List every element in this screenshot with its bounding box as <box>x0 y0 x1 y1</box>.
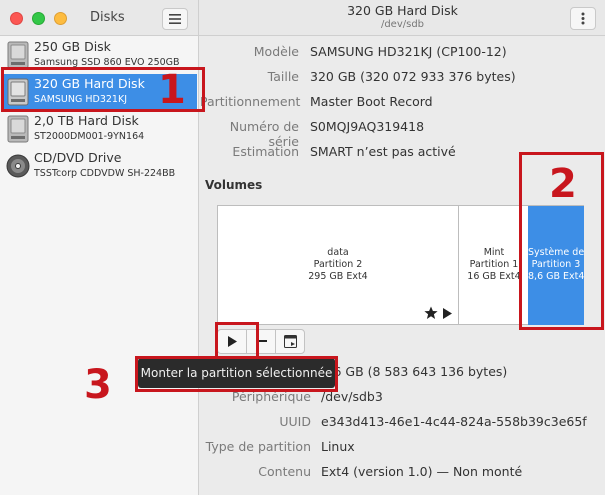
assessment-label: Estimation <box>232 144 299 159</box>
sidebar-header: Disks <box>0 0 199 36</box>
drive-model: ST2000DM001-9YN164 <box>34 131 145 142</box>
optical-disc-icon <box>6 154 30 178</box>
partition-name: data <box>327 247 349 258</box>
partition-number: Partition 1 <box>469 259 519 270</box>
hard-disk-icon <box>7 115 29 143</box>
window-subtitle: /dev/sdb <box>380 19 425 30</box>
size-value: 320 GB (320 072 933 376 bytes) <box>310 69 516 84</box>
app-menu-button[interactable] <box>162 8 188 30</box>
play-icon <box>443 308 452 319</box>
title-bar: Disks 320 GB Hard Disk /dev/sdb <box>0 0 605 36</box>
drive-menu-button[interactable] <box>570 7 596 30</box>
model-label: Modèle <box>253 44 299 59</box>
annotation-number-1: 1 <box>158 67 186 113</box>
model-value: SAMSUNG HD321KJ (CP100-12) <box>310 44 507 59</box>
star-icon <box>424 306 438 319</box>
partition-name: Mint <box>483 247 505 258</box>
drive-model: TSSTcorp CDDVDW SH-224BB <box>34 168 176 179</box>
close-window-button[interactable] <box>10 12 23 25</box>
hard-disk-icon <box>7 41 29 69</box>
partition-info: 16 GB Ext4 <box>467 271 521 282</box>
options-icon <box>283 335 297 348</box>
annotation-box-3a <box>215 322 259 358</box>
partition-mint[interactable]: Mint Partition 1 16 GB Ext4 <box>460 206 528 325</box>
partition-data[interactable]: data Partition 2 295 GB Ext4 <box>218 206 459 325</box>
annotation-number-2: 2 <box>549 161 577 207</box>
minimize-window-button[interactable] <box>32 12 45 25</box>
drive-item-2tb[interactable]: 2,0 TB Hard Disk ST2000DM001-9YN164 <box>2 111 197 148</box>
contents-value: Ext4 (version 1.0) — Non monté <box>321 464 523 479</box>
maximize-window-button[interactable] <box>54 12 67 25</box>
annotation-number-3: 3 <box>84 362 112 408</box>
uuid-label: UUID <box>279 414 311 429</box>
partition-size-value: …6 GB (8 583 643 136 bytes) <box>321 364 508 379</box>
app-title: Disks <box>90 10 125 25</box>
partition-type-label: Type de partition <box>205 439 311 454</box>
partitioning-value: Master Boot Record <box>310 94 433 109</box>
partition-options-button[interactable] <box>275 329 305 354</box>
partition-type-value: Linux <box>321 439 355 454</box>
hamburger-icon <box>169 14 181 24</box>
window-title: 320 GB Hard Disk <box>347 3 458 18</box>
serial-value: S0MQJ9AQ319418 <box>310 119 425 134</box>
drive-name: 250 GB Disk <box>34 39 111 54</box>
drive-name: CD/DVD Drive <box>34 150 122 165</box>
assessment-value: SMART n’est pas activé <box>310 144 456 159</box>
drive-item-cd-dvd[interactable]: CD/DVD Drive TSSTcorp CDDVDW SH-224BB <box>2 148 197 185</box>
annotation-box-3b <box>135 356 338 392</box>
volumes-heading: Volumes <box>205 178 263 192</box>
uuid-value: e343d413-46e1-4c44-824a-558b39c3e65f <box>321 414 587 429</box>
drive-name: 2,0 TB Hard Disk <box>34 113 139 128</box>
kebab-menu-icon <box>581 12 585 25</box>
size-label: Taille <box>267 69 299 84</box>
partition-number: Partition 2 <box>313 259 363 270</box>
contents-label: Contenu <box>258 464 311 479</box>
partitioning-label: Partitionnement <box>200 94 301 109</box>
partition-info: 295 GB Ext4 <box>308 271 368 282</box>
